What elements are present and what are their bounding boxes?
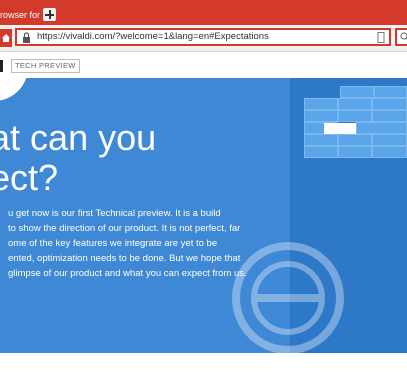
brick (374, 86, 407, 98)
web-page: TECH PREVIEW hat can you pect? u get now… (0, 52, 407, 380)
brick (304, 146, 338, 158)
address-field[interactable]: https://vivaldi.com/?welcome=1&lang=en#E… (15, 28, 391, 46)
address-bar-row: https://vivaldi.com/?welcome=1&lang=en#E… (0, 25, 407, 52)
tech-preview-badge: TECH PREVIEW (11, 59, 80, 73)
brick (340, 86, 374, 98)
hero-title-line-2: pect? (0, 157, 59, 198)
bookmark-icon[interactable] (377, 32, 385, 43)
brick (372, 146, 407, 158)
page-footer-area (0, 353, 407, 380)
watermark-logo (232, 242, 344, 353)
brick (338, 98, 372, 110)
brick (338, 110, 372, 122)
site-logo[interactable] (0, 60, 3, 72)
search-icon (400, 32, 407, 40)
new-tab-button[interactable] (43, 8, 56, 21)
brick (372, 110, 407, 122)
lock-icon (23, 32, 30, 43)
brick (372, 98, 407, 110)
brick (338, 146, 372, 158)
brick (338, 134, 372, 146)
hero-text-line-1: u get now is our first Technical preview… (8, 208, 221, 219)
browser-window: rowser for https://vivaldi.com/?welcome=… (0, 0, 407, 380)
brick (304, 134, 338, 146)
hero-title-line-1: hat can you (0, 117, 157, 158)
page-header: TECH PREVIEW (0, 52, 407, 78)
brick (304, 98, 338, 110)
hero-section: hat can you pect? u get now is our first… (0, 78, 407, 353)
home-icon[interactable] (0, 29, 12, 47)
tab-title: rowser for (0, 10, 40, 20)
tab-strip: rowser for (0, 0, 407, 25)
brick (304, 110, 338, 122)
search-field[interactable] (395, 28, 407, 46)
hero-title: hat can you pect? (0, 118, 290, 198)
hero-text-line-2: to show the direction of our product. It… (8, 223, 241, 234)
brick (372, 134, 407, 146)
url-text: https://vivaldi.com/?welcome=1&lang=en#E… (37, 31, 269, 42)
brick (356, 122, 407, 134)
active-tab[interactable]: rowser for (0, 5, 40, 25)
logo-circle (0, 78, 28, 101)
